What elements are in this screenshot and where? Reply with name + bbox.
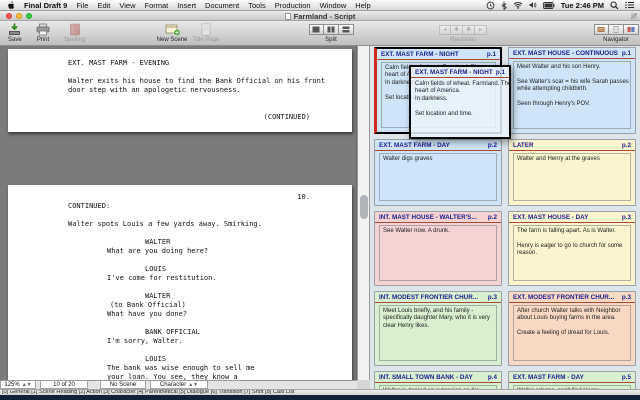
- continued-marker: (CONTINUED): [8, 113, 310, 122]
- stepper-arrows-icon: ▲▼: [188, 382, 198, 388]
- spelling-button: Spelling: [64, 23, 85, 43]
- dialogue: I'm sorry, Walter.: [107, 337, 352, 346]
- index-card-4[interactable]: LATERp.2 Walter and Henry at the graves: [508, 139, 636, 206]
- index-card-7[interactable]: INT. MODEST FRONTIER CHUR...p.3 Meet Lou…: [374, 291, 502, 366]
- document-proxy-icon: [285, 13, 291, 20]
- split-vertical-button[interactable]: [324, 24, 339, 35]
- menu-item-tools[interactable]: Tools: [248, 1, 266, 10]
- element-shortcut-legend: [0] General [1] Scene Heading [2] Action…: [0, 389, 640, 395]
- split-control: Split: [306, 23, 356, 43]
- status-bar: 125%▲▼ 10 of 20 No Scene Character▲▼: [0, 380, 357, 389]
- character-cue: BANK OFFICIAL: [145, 328, 352, 337]
- spotlight-search-icon[interactable]: [610, 1, 619, 10]
- save-button[interactable]: Save: [8, 23, 22, 43]
- index-cards-panel: EXT. MAST FARM - NIGHTp.1 Calm fields of…: [370, 46, 640, 389]
- page-number: 10.: [8, 193, 310, 202]
- previous-revision-button: ◂: [439, 25, 451, 35]
- dialogue: What have you done?: [107, 310, 352, 319]
- revisions-control: ◂ ✱ ✱ ▸ Revisions: [432, 23, 494, 43]
- character-cue: LOUIS: [145, 265, 352, 274]
- print-button[interactable]: Print: [36, 23, 50, 43]
- menu-item-format[interactable]: Format: [145, 1, 169, 10]
- fullscreen-icon[interactable]: [631, 13, 637, 19]
- action-text: Walter spots Louis a few yards away. Smi…: [68, 220, 352, 229]
- menu-item-edit[interactable]: Edit: [97, 1, 110, 10]
- dragged-ghost-card[interactable]: EXT. MAST FARM - NIGHTp.1 Calm fields of…: [409, 65, 511, 139]
- action-text: Walter exits his house to find the Bank …: [68, 77, 352, 95]
- app-window: Farmland - Script Save Print Sp: [0, 11, 640, 395]
- character-cue: WALTER: [145, 292, 352, 301]
- title-page-button: Title Page: [186, 23, 226, 43]
- battery-icon[interactable]: [543, 2, 555, 9]
- revision-mark2-button: ✱: [463, 25, 475, 35]
- index-card-6[interactable]: EXT. MAST HOUSE - DAYp.3 The farm is fal…: [508, 211, 636, 286]
- continued-top: CONTINUED:: [68, 202, 352, 211]
- scene-indicator: No Scene: [100, 381, 146, 389]
- wifi-icon[interactable]: [513, 1, 523, 9]
- character-cue: LOUIS: [145, 355, 352, 364]
- stepper-arrows-icon: ▲▼: [22, 382, 32, 388]
- script-page-9[interactable]: EXT. MAST FARM - EVENING Walter exits hi…: [8, 49, 352, 132]
- spelling-book-icon: [69, 23, 81, 36]
- split-none-button[interactable]: [309, 24, 324, 35]
- new-scene-icon: [165, 23, 180, 36]
- menu-item-app[interactable]: Final Draft 9: [24, 1, 67, 10]
- index-card-10[interactable]: EXT. MAST FARM - DAYp.5 Walter returns, …: [508, 371, 636, 389]
- bluetooth-icon[interactable]: [501, 1, 507, 10]
- menu-item-window[interactable]: Window: [320, 1, 347, 10]
- dialogue: I've come for restitution.: [107, 274, 352, 283]
- index-card-8[interactable]: EXT. MODEST FRONTIER CHUR...p.3 After ch…: [508, 291, 636, 366]
- element-dropdown[interactable]: Character▲▼: [150, 381, 208, 389]
- desktop-background: Final Draft 9 File Edit View Format Inse…: [0, 0, 640, 400]
- index-card-5[interactable]: INT. MAST HOUSE - WALTER'S...p.2 See Wal…: [374, 211, 502, 286]
- save-icon: [8, 23, 21, 36]
- title-page-icon: [201, 23, 211, 36]
- script-editor[interactable]: EXT. MAST FARM - EVENING Walter exits hi…: [0, 46, 357, 380]
- printer-icon: [36, 23, 50, 36]
- index-card-2[interactable]: EXT. MAST HOUSE - CONTINUOUSp.1 Meet Wal…: [508, 47, 636, 134]
- next-revision-button: ▸: [475, 25, 487, 35]
- navigator-scriptnotes-button[interactable]: [609, 24, 624, 35]
- apple-menu-icon[interactable]: [7, 1, 15, 10]
- index-card-9[interactable]: INT. SMALL TOWN BANK - DAYp.4 Walter is …: [374, 371, 502, 389]
- revision-mark-button: ✱: [451, 25, 463, 35]
- parenthetical: (to Bank Official): [110, 301, 352, 310]
- character-cue: WALTER: [145, 238, 352, 247]
- scene-heading: EXT. MAST FARM - EVENING: [68, 59, 352, 68]
- scrollbar-thumb[interactable]: [360, 195, 368, 219]
- menu-clock[interactable]: Tue 2:46 PM: [561, 1, 604, 10]
- page-indicator: 10 of 20: [40, 381, 88, 389]
- menu-item-document[interactable]: Document: [205, 1, 239, 10]
- dialogue: What are you doing here?: [107, 247, 352, 256]
- menu-bar: Final Draft 9 File Edit View Format Inse…: [0, 0, 640, 11]
- menu-item-view[interactable]: View: [119, 1, 135, 10]
- menu-item-file[interactable]: File: [76, 1, 88, 10]
- navigator-scenes-button[interactable]: [594, 24, 609, 35]
- notification-center-icon[interactable]: [625, 1, 635, 9]
- volume-icon[interactable]: [529, 1, 537, 9]
- zoom-stepper[interactable]: 125%▲▼: [0, 381, 36, 389]
- index-card-3[interactable]: EXT. MAST FARM - DAYp.2 Walter digs grav…: [374, 139, 502, 206]
- script-scrollbar[interactable]: [357, 46, 370, 380]
- dialogue: The bank was wise enough to sell me your…: [107, 364, 352, 380]
- navigator-control: Navigator: [594, 23, 638, 43]
- window-title: Farmland - Script: [294, 12, 356, 21]
- menu-item-production[interactable]: Production: [275, 1, 311, 10]
- menu-item-insert[interactable]: Insert: [177, 1, 196, 10]
- split-horizontal-button[interactable]: [339, 24, 354, 35]
- script-page-10[interactable]: 10. CONTINUED: Walter spots Louis a few …: [8, 185, 352, 380]
- title-bar[interactable]: Farmland - Script: [0, 11, 640, 21]
- menu-item-help[interactable]: Help: [355, 1, 370, 10]
- toolbar: Save Print Spelling New Scene: [0, 21, 640, 46]
- time-machine-icon[interactable]: [486, 1, 495, 10]
- navigator-characters-button[interactable]: [624, 24, 639, 35]
